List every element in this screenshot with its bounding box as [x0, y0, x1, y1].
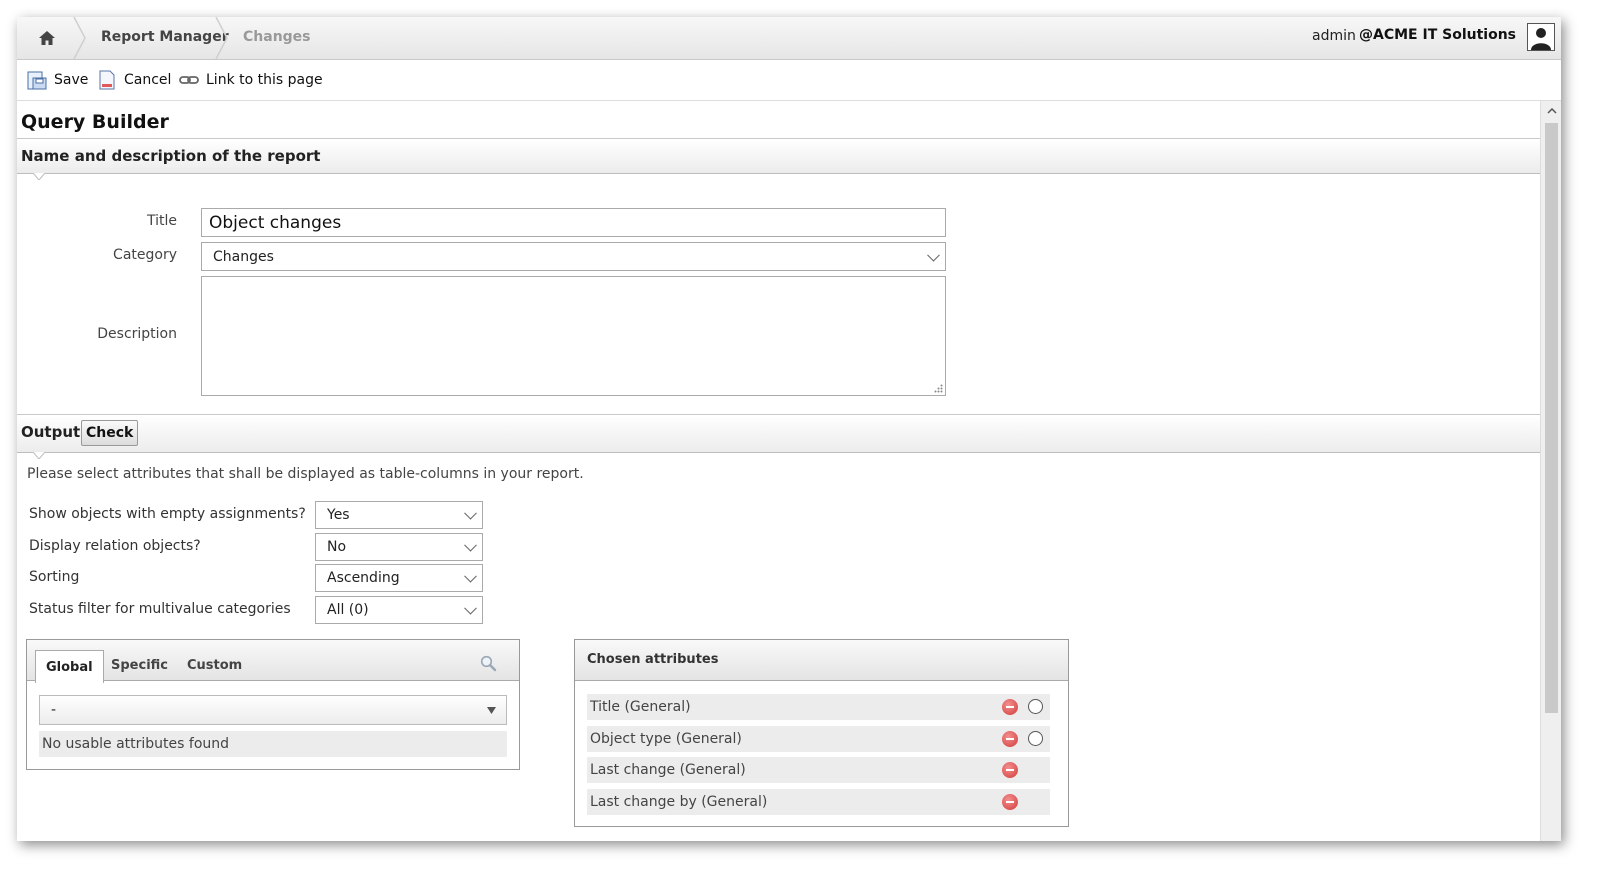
- breadcrumb-separator-icon: [73, 17, 86, 59]
- breadcrumb-separator-icon: [215, 17, 228, 59]
- chosen-attribute-row[interactable]: Last change (General): [587, 757, 1050, 783]
- description-label: Description: [97, 326, 177, 342]
- dropdown-arrow-icon: [487, 707, 496, 714]
- category-value: Changes: [213, 248, 274, 265]
- relation-objects-label: Display relation objects?: [29, 538, 201, 554]
- chevron-down-icon: [927, 248, 940, 262]
- scrollbar-thumb[interactable]: [1545, 123, 1558, 713]
- sorting-value: Ascending: [327, 570, 400, 586]
- remove-icon[interactable]: [1002, 731, 1018, 747]
- top-bar: Report Manager Changes admin @ACME IT So…: [17, 17, 1561, 60]
- remove-icon[interactable]: [1002, 762, 1018, 778]
- description-textarea[interactable]: [201, 276, 946, 396]
- search-icon[interactable]: [480, 655, 497, 672]
- user-avatar-icon[interactable]: [1527, 23, 1555, 51]
- name-section-title: Name and description of the report: [21, 147, 321, 165]
- link-to-page-button[interactable]: Link to this page: [179, 70, 323, 90]
- breadcrumb-report-manager[interactable]: Report Manager: [101, 29, 229, 45]
- title-label: Title: [146, 213, 177, 229]
- tenant-name[interactable]: @ACME IT Solutions: [1359, 27, 1516, 43]
- chosen-attributes-header: Chosen attributes: [575, 640, 1068, 681]
- sorting-label: Sorting: [29, 569, 80, 585]
- section-notch-icon: [33, 173, 45, 180]
- breadcrumb-changes: Changes: [243, 29, 311, 45]
- remove-icon[interactable]: [1002, 699, 1018, 715]
- remove-icon[interactable]: [1002, 794, 1018, 810]
- chosen-attributes-panel: Chosen attributes Title (General) Object…: [574, 639, 1069, 827]
- category-label: Category: [113, 247, 177, 263]
- sort-radio[interactable]: [1028, 731, 1043, 746]
- save-button[interactable]: Save: [27, 70, 88, 90]
- empty-message-row: No usable attributes found: [39, 731, 507, 757]
- empty-assignments-label: Show objects with empty assignments?: [29, 506, 306, 522]
- save-icon: [27, 71, 47, 90]
- cancel-label: Cancel: [124, 72, 172, 88]
- attribute-browser-panel: Global Specific Custom - No usable attri…: [26, 639, 520, 770]
- empty-assignments-value: Yes: [327, 507, 350, 523]
- chosen-attribute-row[interactable]: Last change by (General): [587, 789, 1050, 815]
- empty-message: No usable attributes found: [42, 736, 230, 752]
- output-section-header: Output: Check: [17, 414, 1540, 459]
- chevron-down-icon: [464, 569, 477, 583]
- attribute-select-value: -: [51, 702, 57, 718]
- name-section-header: Name and description of the report: [17, 138, 1540, 180]
- title-input[interactable]: Object changes: [201, 208, 946, 237]
- attribute-select[interactable]: -: [39, 695, 507, 725]
- attribute-browser-tabs: Global Specific Custom: [27, 640, 519, 683]
- check-button[interactable]: Check: [81, 420, 139, 446]
- cancel-button[interactable]: Cancel: [97, 70, 171, 90]
- chosen-attributes-title: Chosen attributes: [587, 652, 719, 667]
- sorting-select[interactable]: Ascending: [315, 564, 483, 592]
- tab-global[interactable]: Global: [35, 650, 104, 683]
- output-section-title: Output:: [21, 423, 87, 441]
- scroll-up-icon[interactable]: [1541, 101, 1561, 121]
- page-title: Query Builder: [21, 111, 169, 133]
- cancel-icon: [99, 70, 115, 90]
- tab-specific[interactable]: Specific: [101, 650, 178, 680]
- chosen-attribute-label: Last change (General): [590, 762, 746, 778]
- action-toolbar: Save Cancel Link to this page: [17, 60, 1561, 101]
- chevron-down-icon: [464, 538, 477, 552]
- section-notch-icon: [33, 452, 45, 459]
- output-hint-text: Please select attributes that shall be d…: [27, 466, 584, 482]
- vertical-scrollbar[interactable]: [1540, 101, 1561, 841]
- chevron-down-icon: [464, 506, 477, 520]
- sort-radio[interactable]: [1028, 699, 1043, 714]
- chevron-down-icon: [464, 601, 477, 615]
- save-label: Save: [54, 72, 89, 88]
- status-filter-value: All (0): [327, 602, 369, 618]
- category-select[interactable]: Changes: [201, 242, 946, 271]
- chosen-attribute-label: Last change by (General): [590, 794, 768, 810]
- chosen-attribute-label: Title (General): [590, 699, 691, 715]
- username[interactable]: admin: [1312, 28, 1356, 44]
- chosen-attribute-label: Object type (General): [590, 731, 742, 747]
- link-label: Link to this page: [206, 72, 323, 88]
- tab-custom[interactable]: Custom: [177, 650, 252, 680]
- relation-objects-value: No: [327, 539, 347, 555]
- link-icon: [179, 76, 199, 84]
- empty-assignments-select[interactable]: Yes: [315, 501, 483, 529]
- status-filter-select[interactable]: All (0): [315, 596, 483, 624]
- chosen-attribute-row[interactable]: Title (General): [587, 694, 1050, 720]
- application-window: Report Manager Changes admin @ACME IT So…: [17, 17, 1561, 841]
- relation-objects-select[interactable]: No: [315, 533, 483, 561]
- chosen-attribute-row[interactable]: Object type (General): [587, 726, 1050, 752]
- home-icon[interactable]: [31, 26, 63, 50]
- resize-handle-icon[interactable]: [934, 384, 943, 393]
- main-content: Query Builder Name and description of th…: [17, 101, 1540, 841]
- status-filter-label: Status filter for multivalue categories: [29, 601, 291, 617]
